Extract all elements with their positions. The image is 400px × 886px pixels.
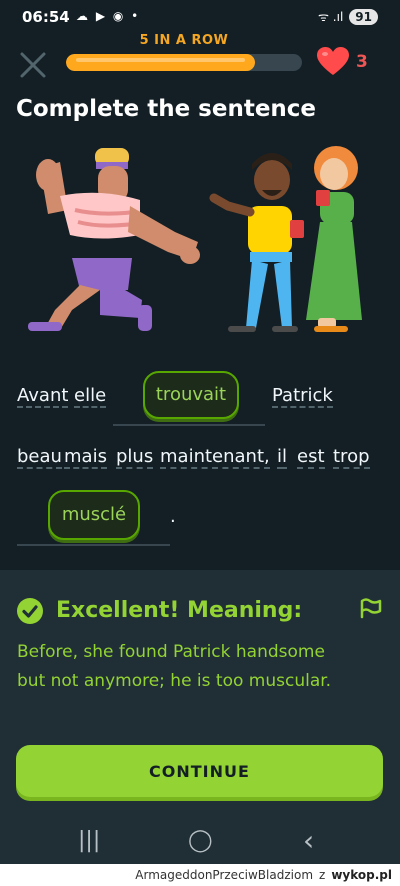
- heart-icon: [317, 47, 349, 75]
- notification-icons: ☁ ▶ ◉ •: [76, 9, 141, 23]
- word-trop[interactable]: trop: [333, 446, 370, 469]
- signal-icon: ᯤ .ıl: [318, 10, 344, 24]
- word-elle[interactable]: elle: [74, 385, 107, 408]
- feedback-meaning: Before, she found Patrick handsome but n…: [17, 642, 332, 691]
- answer-slot-1: [113, 424, 265, 426]
- answer-slot-2: [17, 544, 170, 546]
- back-icon[interactable]: ‹: [303, 824, 314, 857]
- word-patrick[interactable]: Patrick: [272, 385, 333, 408]
- word-plus[interactable]: plus: [116, 446, 154, 469]
- battery-indicator: 91: [349, 8, 378, 25]
- home-icon[interactable]: ◯: [188, 828, 213, 853]
- muscular-man-figure: [28, 148, 200, 331]
- check-circle-icon: [17, 598, 43, 624]
- status-time: 06:54: [22, 8, 70, 26]
- watermark-user: ArmageddonPrzeciwBladziom: [135, 868, 314, 882]
- system-nav-bar: ||| ◯ ‹: [0, 818, 400, 866]
- word-period: .: [170, 506, 176, 527]
- woman-figure: [306, 146, 362, 332]
- status-bar: 06:54 ☁ ▶ ◉ • ᯤ .ıl 91: [0, 0, 400, 36]
- friend-man-figure: [209, 153, 304, 332]
- word-il[interactable]: il: [277, 446, 288, 469]
- watermark-bar: ArmageddonPrzeciwBladziom z wykop.pl: [0, 864, 400, 886]
- streak-label: 5 IN A ROW: [139, 33, 229, 48]
- exercise-title: Complete the sentence: [16, 96, 317, 122]
- word-avant[interactable]: Avant: [17, 385, 69, 408]
- report-flag-icon[interactable]: [358, 595, 384, 621]
- lesson-progress-bar: [66, 54, 302, 71]
- recents-icon[interactable]: |||: [78, 828, 100, 853]
- word-est[interactable]: est: [297, 446, 325, 469]
- progress-fill: [66, 54, 255, 71]
- word-chip-muscle[interactable]: musclé: [48, 490, 140, 540]
- watermark-sep: z: [319, 868, 326, 882]
- continue-button[interactable]: CONTINUE: [16, 745, 383, 797]
- close-icon[interactable]: [18, 50, 48, 80]
- word-maintenant[interactable]: maintenant,: [160, 446, 270, 469]
- hearts-count: 3: [356, 52, 368, 72]
- watermark-site: wykop.pl: [331, 868, 392, 882]
- status-right: ᯤ .ıl 91: [318, 8, 378, 25]
- word-mais[interactable]: mais: [64, 446, 107, 469]
- word-chip-trouvait[interactable]: trouvait: [143, 371, 239, 419]
- word-beau[interactable]: beau: [17, 446, 62, 469]
- feedback-heading: Excellent! Meaning:: [56, 598, 303, 623]
- characters-illustration: [28, 146, 362, 332]
